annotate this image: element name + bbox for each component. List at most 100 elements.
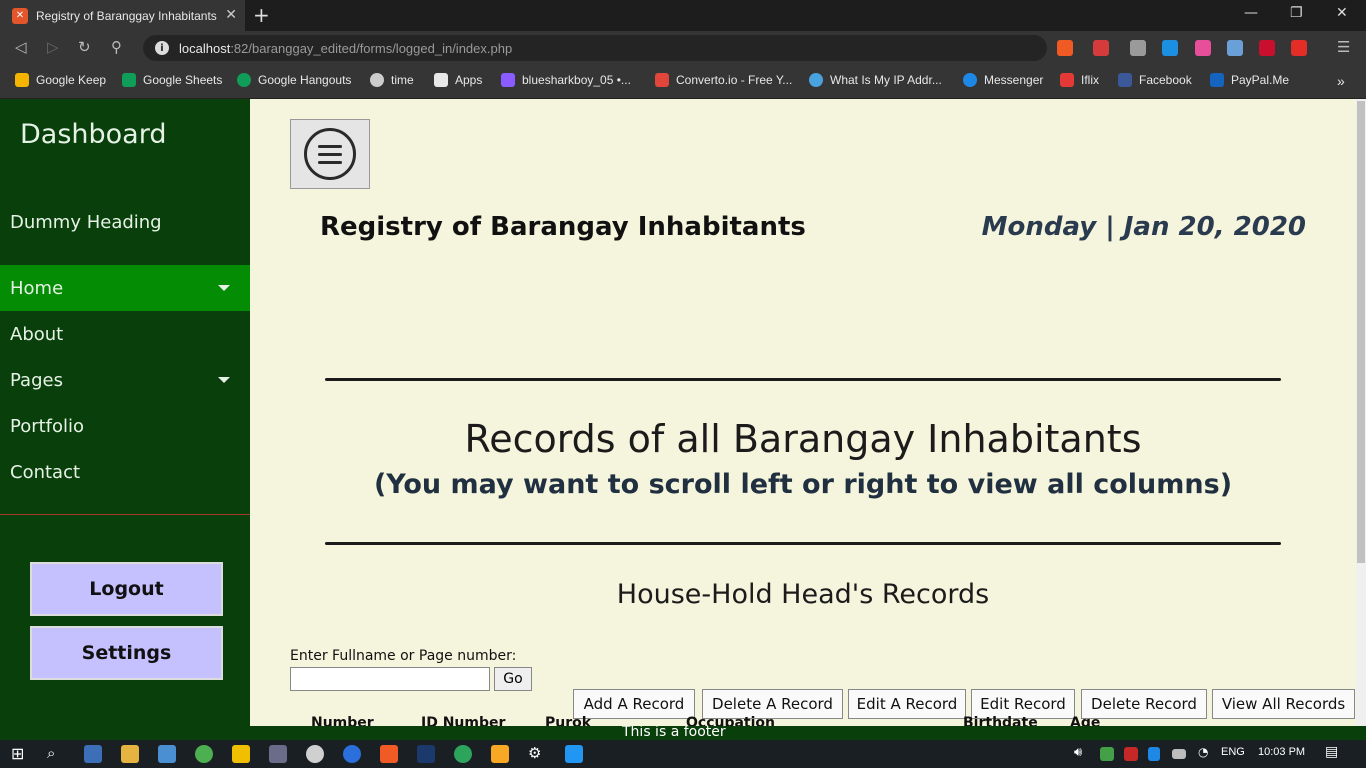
bookmark-item[interactable]: Google Keep <box>15 73 106 87</box>
tray-app-icon[interactable] <box>1100 747 1114 761</box>
bookmark-item[interactable]: Google Sheets <box>122 73 222 87</box>
bookmarks-bar: Google Keep Google Sheets Google Hangout… <box>0 65 1366 99</box>
bookmark-item[interactable]: Apps <box>434 73 482 87</box>
bookmark-label: Messenger <box>984 73 1044 87</box>
bookmark-icon[interactable]: ⚲ <box>111 38 122 56</box>
sidebar-item-label: Pages <box>10 369 63 391</box>
bookmark-item[interactable]: PayPal.Me <box>1210 73 1289 87</box>
sidebar-item-label: Contact <box>10 461 81 483</box>
bluetooth-icon[interactable] <box>1148 747 1160 761</box>
file-explorer-icon[interactable] <box>121 745 139 763</box>
windows-start-icon[interactable]: ⊞ <box>11 744 29 763</box>
restore-icon[interactable]: ❐ <box>1290 5 1303 21</box>
divider <box>325 542 1281 545</box>
store-icon[interactable] <box>84 745 102 763</box>
close-window-icon[interactable]: ✕ <box>1336 5 1348 21</box>
edit-a-record-button[interactable]: Edit A Record <box>848 689 966 719</box>
extension-video-icon[interactable] <box>1259 40 1275 56</box>
sidebar-item-pages[interactable]: Pages <box>0 357 250 403</box>
back-icon[interactable]: ◁ <box>15 38 27 56</box>
bookmark-item[interactable]: What Is My IP Addr... <box>809 73 942 87</box>
bookmark-item[interactable]: Messenger <box>963 73 1043 87</box>
battery-icon[interactable] <box>1172 749 1186 759</box>
sidebar-divider <box>0 514 250 515</box>
edge-icon[interactable] <box>454 745 472 763</box>
page-footer: This is a footer <box>0 726 1366 740</box>
bookmark-item[interactable]: Iflix <box>1060 73 1099 87</box>
records-title: Records of all Barangay Inhabitants <box>464 417 1142 461</box>
browser-tab[interactable]: ✕ Registry of Baranggay Inhabitants ✕ <box>0 0 245 31</box>
app-icon[interactable] <box>158 745 176 763</box>
bookmark-item[interactable]: Facebook <box>1118 73 1192 87</box>
app-icon[interactable] <box>269 745 287 763</box>
bookmark-label: time <box>391 73 414 87</box>
bookmark-item[interactable]: time <box>370 73 414 87</box>
sidebar-item-home[interactable]: Home <box>0 265 250 311</box>
extension-owl-icon[interactable] <box>1227 40 1243 56</box>
scrollbar-thumb[interactable] <box>1357 101 1365 563</box>
notifications-icon[interactable]: ▤ <box>1325 744 1343 762</box>
photoshop-icon[interactable] <box>417 745 435 763</box>
clock[interactable]: 10:03 PM <box>1258 746 1305 758</box>
app-icon[interactable] <box>343 745 361 763</box>
forward-icon[interactable]: ▷ <box>47 38 59 56</box>
reload-icon[interactable]: ↻ <box>78 38 91 56</box>
settings-button[interactable]: Settings <box>30 626 223 680</box>
search-input[interactable] <box>290 667 490 691</box>
logout-button[interactable]: Logout <box>30 562 223 616</box>
volume-icon[interactable]: 🔊︎ <box>1074 745 1092 763</box>
cube-icon <box>501 73 515 87</box>
menu-toggle-button[interactable] <box>290 119 370 189</box>
table-header: Occupation <box>686 715 776 726</box>
chrome-icon[interactable] <box>195 745 213 763</box>
household-title: House-Hold Head's Records <box>616 579 990 610</box>
globe-icon <box>809 73 823 87</box>
table-header: Purok <box>545 715 592 726</box>
app-icon[interactable] <box>306 745 324 763</box>
messenger-icon <box>963 73 977 87</box>
extension-s-icon[interactable] <box>1162 40 1178 56</box>
brave-rewards-icon[interactable] <box>1093 40 1109 56</box>
sublime-icon[interactable] <box>491 745 509 763</box>
vertical-scrollbar[interactable] <box>1356 99 1366 726</box>
menu-icon[interactable]: ☰ <box>1337 38 1350 56</box>
table-header: Age <box>1070 715 1101 726</box>
color-picker-icon[interactable] <box>1195 40 1211 56</box>
bookmark-label: Facebook <box>1139 73 1192 87</box>
tray-app-icon[interactable] <box>1124 747 1138 761</box>
new-tab-button[interactable]: + <box>253 3 270 27</box>
sidebar-item-portfolio[interactable]: Portfolio <box>0 403 250 449</box>
sticky-notes-icon[interactable] <box>232 745 250 763</box>
url-path: :82/baranggay_edited/forms/logged_in/ind… <box>230 40 513 56</box>
settings-gear-icon[interactable]: ⚙ <box>528 744 546 762</box>
bookmark-item[interactable]: Google Hangouts <box>237 73 351 87</box>
facebook-icon <box>1118 73 1132 87</box>
current-date: Monday | Jan 20, 2020 <box>981 212 1306 242</box>
bookmark-item[interactable]: bluesharkboy_05 •... <box>501 73 631 87</box>
brave-shield-icon[interactable] <box>1057 40 1073 56</box>
url-input[interactable]: i localhost:82/baranggay_edited/forms/lo… <box>143 35 1047 61</box>
language-indicator[interactable]: ENG <box>1221 746 1245 758</box>
sidebar-item-contact[interactable]: Contact <box>0 449 250 495</box>
close-tab-icon[interactable]: ✕ <box>225 7 237 23</box>
view-all-records-button[interactable]: View All Records <box>1212 689 1355 719</box>
bookmark-item[interactable]: Converto.io - Free Y... <box>655 73 792 87</box>
go-button[interactable]: Go <box>494 667 532 691</box>
wifi-icon[interactable]: ◔ <box>1198 745 1216 763</box>
google-keep-icon <box>15 73 29 87</box>
sidebar-item-about[interactable]: About <box>0 311 250 357</box>
search-icon[interactable]: ⌕ <box>47 744 65 762</box>
google-sheets-icon <box>122 73 136 87</box>
table-header: Birthdate <box>963 715 1038 726</box>
bookmark-label: What Is My IP Addr... <box>830 73 942 87</box>
extension-cube-icon[interactable] <box>1130 40 1146 56</box>
minimize-icon[interactable]: — <box>1244 5 1258 21</box>
extension-shield-icon[interactable] <box>1291 40 1307 56</box>
more-bookmarks-icon[interactable]: » <box>1337 73 1345 89</box>
info-icon[interactable]: i <box>155 41 169 55</box>
vscode-icon[interactable] <box>565 745 583 763</box>
table-header: ID Number <box>421 715 506 726</box>
brave-icon[interactable] <box>380 745 398 763</box>
address-toolbar: ◁ ▷ ↻ ⚲ i localhost:82/baranggay_edited/… <box>0 31 1366 65</box>
add-record-button[interactable]: Add A Record <box>573 689 695 719</box>
